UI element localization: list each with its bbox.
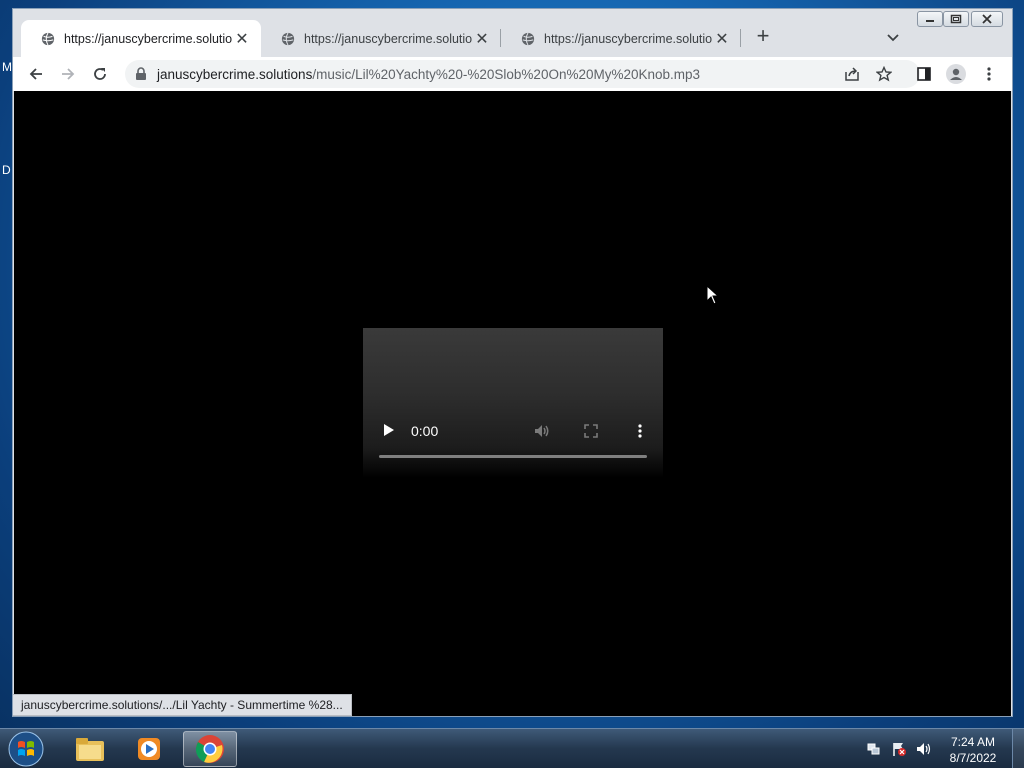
desktop-glyph-top: M [2, 60, 12, 74]
taskbar-explorer[interactable] [63, 731, 117, 767]
browser-toolbar: januscybercrime.solutions/music/Lil%20Ya… [13, 57, 1012, 91]
media-player-icon [138, 738, 160, 760]
restore-icon [950, 14, 962, 24]
globe-icon [521, 32, 535, 45]
forward-icon [62, 68, 75, 80]
volume-icon[interactable] [915, 741, 931, 757]
windows-logo-icon [8, 731, 44, 767]
tab-3-title: https://januscybercrime.solutions/music/… [544, 31, 713, 46]
tab-2-close-icon[interactable]: ✕ [473, 29, 491, 49]
url-path: /music/Lil%20Yachty%20-%20Slob%20On%20My… [312, 66, 701, 82]
media-player[interactable]: 0:00 [363, 328, 663, 478]
show-desktop-button[interactable] [1012, 729, 1024, 768]
bookmark-button[interactable] [874, 64, 894, 84]
tab-3[interactable]: https://januscybercrime.solutions/music/… [501, 20, 741, 57]
profile-button[interactable] [946, 64, 966, 84]
globe-icon [281, 32, 295, 45]
minimize-icon [926, 20, 934, 22]
chevron-down-icon[interactable] [885, 29, 901, 45]
tab-separator [740, 29, 741, 47]
tab-3-close-icon[interactable]: ✕ [713, 29, 731, 49]
side-panel-button[interactable] [914, 64, 934, 84]
mute-icon[interactable] [533, 422, 551, 440]
close-window-button[interactable] [971, 11, 1003, 27]
close-icon [982, 14, 992, 24]
clock-time: 7:24 AM [950, 735, 996, 749]
page-content: 0:00 [14, 91, 1011, 716]
tab-1-close-icon[interactable]: ✕ [233, 29, 251, 49]
globe-icon [41, 32, 55, 45]
back-icon [29, 68, 42, 80]
share-icon [845, 67, 859, 81]
tab-1[interactable]: https://januscybercrime.solutions/music/… [21, 20, 261, 57]
new-tab-button[interactable]: + [751, 25, 775, 49]
reload-icon [94, 68, 106, 80]
url-host: januscybercrime.solutions [157, 66, 313, 82]
taskbar: 7:24 AM 8/7/2022 [0, 728, 1024, 768]
menu-button[interactable] [979, 64, 999, 84]
menu-icon [987, 67, 991, 81]
lock-icon[interactable] [135, 67, 147, 81]
reload-button[interactable] [90, 64, 110, 84]
fullscreen-icon[interactable] [582, 422, 600, 440]
more-icon[interactable] [631, 422, 649, 440]
chrome-icon [195, 735, 224, 763]
clock-date: 8/7/2022 [949, 751, 997, 765]
star-icon [876, 66, 892, 82]
forward-button[interactable] [58, 64, 78, 84]
network-icon[interactable] [866, 741, 882, 757]
play-icon[interactable] [381, 423, 395, 437]
start-button[interactable] [6, 730, 46, 768]
minimize-button[interactable] [917, 11, 943, 27]
taskbar-media-player[interactable] [122, 731, 176, 767]
mouse-cursor-icon [706, 285, 720, 305]
tab-2-title: https://januscybercrime.solutions/music/… [304, 31, 473, 46]
taskbar-chrome[interactable] [183, 731, 237, 767]
share-button[interactable] [842, 64, 862, 84]
action-center-icon[interactable] [891, 741, 907, 757]
current-time: 0:00 [411, 423, 439, 439]
browser-window: https://januscybercrime.solutions/music/… [12, 8, 1013, 717]
taskbar-clock[interactable]: 7:24 AM 8/7/2022 [938, 734, 1008, 766]
back-button[interactable] [26, 64, 46, 84]
folder-icon [76, 738, 104, 761]
link-status-bubble: januscybercrime.solutions/.../Lil Yachty… [13, 694, 352, 716]
address-bar[interactable]: januscybercrime.solutions/music/Lil%20Ya… [125, 60, 920, 88]
tab-2[interactable]: https://januscybercrime.solutions/music/… [261, 20, 501, 57]
side-panel-icon [917, 67, 931, 81]
desktop-glyph-mid: D [2, 163, 11, 177]
tab-1-title: https://januscybercrime.solutions/music/… [64, 31, 233, 46]
tab-strip: https://januscybercrime.solutions/music/… [13, 9, 1012, 57]
seek-bar[interactable] [379, 455, 647, 458]
profile-icon [946, 64, 966, 84]
restore-button[interactable] [943, 11, 969, 27]
